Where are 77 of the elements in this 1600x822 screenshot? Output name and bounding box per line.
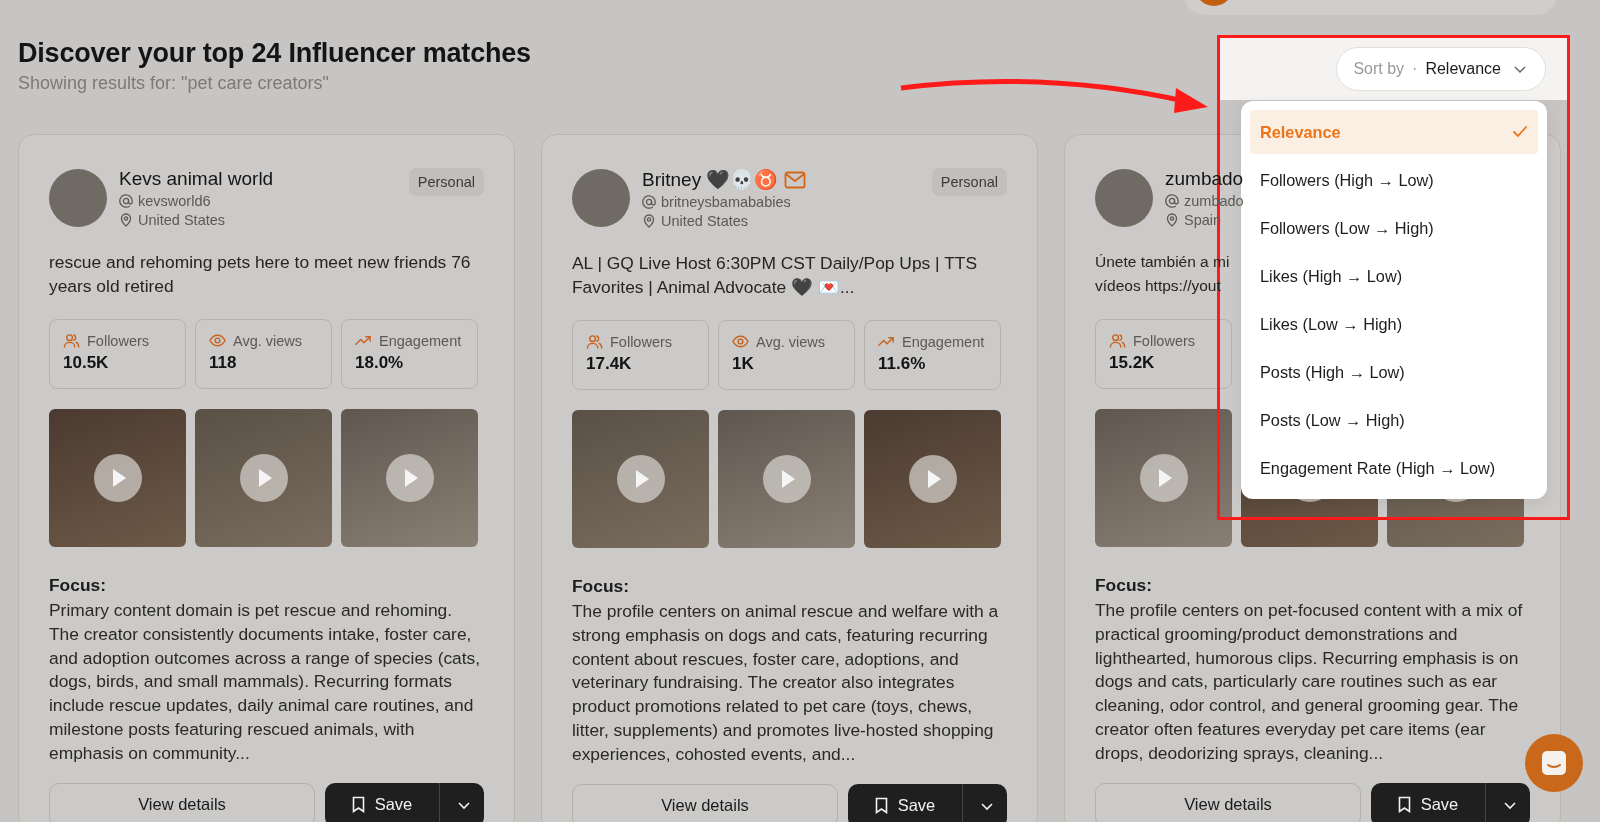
page-title: Discover your top 24 Influencer matches <box>18 38 531 69</box>
sort-option[interactable]: Likes (Low → High) <box>1250 302 1538 346</box>
sort-option[interactable]: Likes (High → Low) <box>1250 254 1538 298</box>
account-type-tag: Personal <box>408 168 484 196</box>
location-pin-icon <box>119 213 133 227</box>
play-icon <box>908 455 957 503</box>
users-icon <box>586 333 603 350</box>
stat-value: 18.0% <box>355 353 405 373</box>
sort-option[interactable]: Posts (Low → High) <box>1250 398 1538 442</box>
avatar-circle <box>572 169 630 227</box>
creator-bio: rescue and rehoming pets here to meet new friends 76 years old retired <box>49 251 472 298</box>
sort-option[interactable]: Posts (High → Low) <box>1250 350 1538 394</box>
focus-label: Focus: <box>1095 575 1153 596</box>
envelope-icon <box>784 170 807 189</box>
stat-value: 17.4K <box>586 354 633 374</box>
video-thumbnail[interactable] <box>49 409 186 547</box>
account-type-tag: Personal <box>931 168 1007 196</box>
location-pin-icon <box>642 214 656 228</box>
stat-label: Followers <box>1133 332 1196 349</box>
save-button[interactable]: Save <box>848 783 963 822</box>
focus-label: Focus: <box>49 575 107 596</box>
stat-label: Avg. views <box>756 333 826 350</box>
creator-name: Britney 🖤💀♉ <box>642 168 779 191</box>
focus-summary: Primary content domain is pet rescue and rehoming. The creator consistently documents intake, foster care, and adoption outcomes across a range of species (cats, dogs, birds, and small mammals). Recurring formats include rescue updates, daily animal care routines, and milestone posts featuring rescued animals, with emphasis on community... <box>49 599 482 765</box>
creator-name: Kevs animal world <box>119 168 274 190</box>
focus-summary: The profile centers on animal rescue and welfare with a strong emphasis on dogs and cats, featuring recurring content about rescues, foster care, adoptions, and veterinary fundraising. The creator also integrates product promotions related to pet care (toys, chews, litter, supplements) and promotes live-hosted shopping experiences, cohosted events, and... <box>572 600 1000 766</box>
creator-location: United States <box>138 212 226 228</box>
video-thumbnail[interactable] <box>341 409 478 547</box>
eye-icon <box>732 333 749 350</box>
creator-handle: kevsworld6 <box>138 193 211 209</box>
stat-value: 11.6% <box>878 354 927 374</box>
stat-value: 10.5K <box>63 353 110 373</box>
play-icon <box>616 455 665 503</box>
bookmark-icon <box>351 796 365 814</box>
bookmark-icon <box>1397 796 1411 814</box>
search-summary: Showing results for: "pet care creators" <box>18 73 329 94</box>
bookmark-icon <box>874 797 888 815</box>
video-thumbnail[interactable] <box>572 410 709 548</box>
creator-bio: AL | GQ Live Host 6:30PM CST Daily/Pop Ups | TTS Favorites | Animal Advocate 🖤 💌... <box>572 252 978 299</box>
play-icon <box>1139 454 1188 502</box>
chat-icon <box>1541 750 1567 776</box>
stat-label: Followers <box>87 332 150 349</box>
stat-value: 1K <box>732 354 755 374</box>
stat-value: 118 <box>209 353 238 373</box>
check-icon <box>1512 125 1528 139</box>
save-button[interactable]: Save <box>1371 782 1486 822</box>
play-icon <box>239 454 288 502</box>
users-icon <box>1109 332 1126 349</box>
video-thumbnail[interactable] <box>718 410 855 548</box>
stat-label: Engagement <box>902 333 985 350</box>
avatar-circle <box>49 169 107 227</box>
at-sign-icon <box>642 195 656 209</box>
video-thumbnail[interactable] <box>1095 409 1232 547</box>
save-button[interactable]: Save <box>325 782 440 822</box>
users-icon <box>63 332 80 349</box>
sort-option[interactable]: Followers (Low → High) <box>1250 206 1538 250</box>
stat-label: Avg. views <box>233 332 303 349</box>
sort-option[interactable]: Engagement Rate (High → Low) <box>1250 446 1538 490</box>
at-sign-icon <box>1165 194 1179 208</box>
avatar-circle <box>1095 169 1153 227</box>
focus-label: Focus: <box>572 576 630 597</box>
location-pin-icon <box>1165 213 1179 227</box>
stat-label: Engagement <box>379 332 462 349</box>
play-icon <box>385 454 434 502</box>
creator-handle: britneysbamababies <box>661 194 791 210</box>
focus-summary: The profile centers on pet-focused content with a mix of practical grooming/product demonstrations and lighthearted, humorous clips. Recurring emphasis is on dogs and cats, particularly care routines such as ear cleaning, odor control, and general grooming gear. The creator often features everyday pet care items (ear drops, deodorizing sprays, cleaning... <box>1095 599 1524 765</box>
sort-dropdown[interactable]: Sort by · Relevance <box>1336 47 1546 91</box>
video-thumbnail[interactable] <box>195 409 332 547</box>
sort-option[interactable]: Followers (High → Low) <box>1250 158 1538 202</box>
stat-label: Followers <box>610 333 673 350</box>
video-thumbnail[interactable] <box>864 410 1001 548</box>
creator-location: United States <box>661 213 749 229</box>
eye-icon <box>209 332 226 349</box>
play-icon <box>762 455 811 503</box>
play-icon <box>93 454 142 502</box>
stat-value: 15.2K <box>1109 353 1156 373</box>
at-sign-icon <box>119 194 133 208</box>
